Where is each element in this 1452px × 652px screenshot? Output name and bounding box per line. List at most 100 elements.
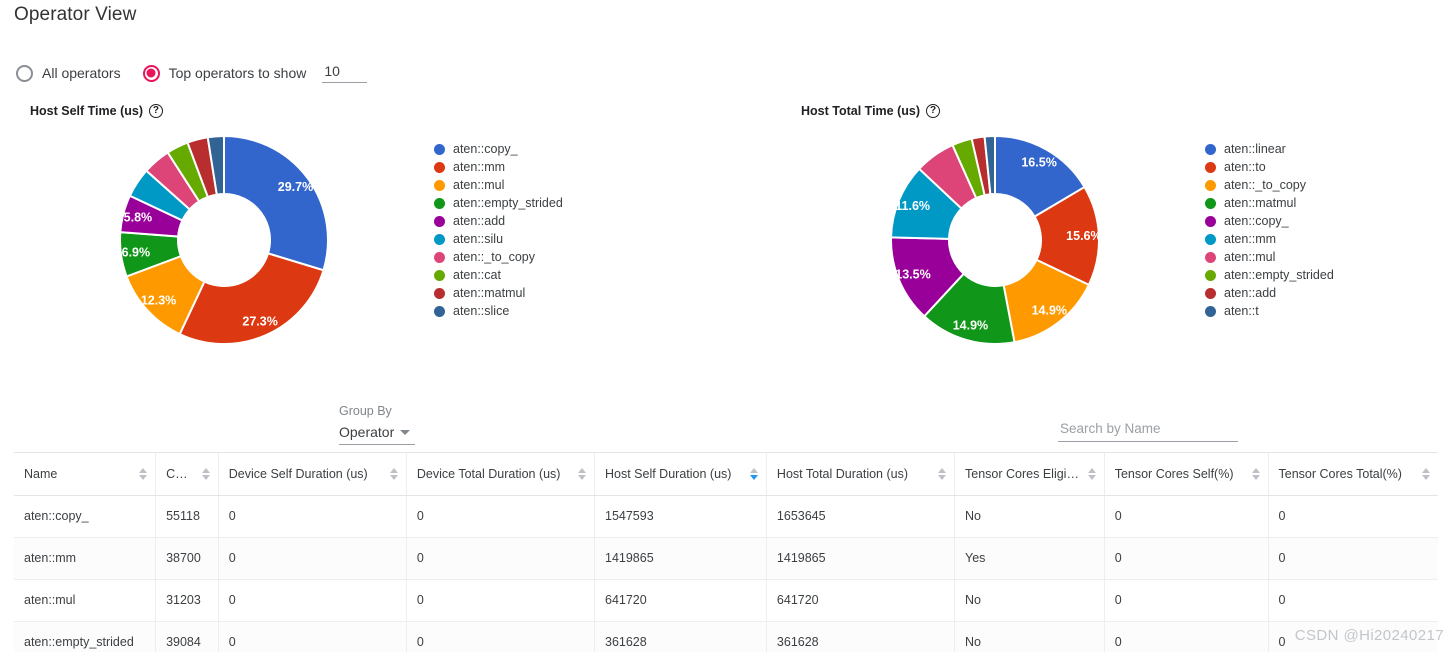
legend-item[interactable]: aten::matmul bbox=[1205, 194, 1334, 212]
legend-item-label: aten::mul bbox=[1224, 250, 1276, 264]
legend-item-label: aten::linear bbox=[1224, 142, 1286, 156]
legend-item[interactable]: aten::copy_ bbox=[434, 140, 563, 158]
column-sort-toggle[interactable] bbox=[1422, 467, 1430, 480]
table-row[interactable]: aten::mul 31203 0 0 641720 641720 No 0 0 bbox=[14, 579, 1438, 622]
table-row[interactable]: aten::empty_strided 39084 0 0 361628 361628 No… bbox=[14, 621, 1438, 652]
radio-all-operators[interactable]: All operators bbox=[16, 64, 121, 82]
legend-item-label: aten::_to_copy bbox=[453, 250, 536, 264]
legend-color-dot bbox=[1205, 161, 1216, 173]
table-cell: Yes bbox=[954, 537, 1105, 580]
table-cell: 0 bbox=[1104, 537, 1269, 580]
search-input[interactable] bbox=[1058, 420, 1238, 442]
group-by-control[interactable]: Group By Operator bbox=[339, 404, 415, 445]
group-by-select[interactable]: Operator bbox=[339, 424, 415, 445]
legend-color-dot bbox=[434, 287, 445, 299]
legend-item[interactable]: aten::mm bbox=[434, 158, 563, 176]
legend-item[interactable]: aten::_to_copy bbox=[1205, 176, 1334, 194]
pie-slice-label: 14.9% bbox=[953, 319, 988, 333]
table-header-cell[interactable]: Calls bbox=[155, 453, 219, 496]
group-by-label: Group By bbox=[339, 404, 392, 418]
legend-color-dot bbox=[434, 143, 445, 155]
table-cell: 1419865 bbox=[766, 537, 956, 580]
legend-item-label: aten::copy_ bbox=[1224, 214, 1289, 228]
legend-item[interactable]: aten::slice bbox=[434, 302, 563, 320]
table-cell: 0 bbox=[1104, 579, 1269, 622]
table-row[interactable]: aten::copy_ 55118 0 0 1547593 1653645 No 0 0 bbox=[14, 495, 1438, 538]
table-header-label: Calls bbox=[166, 466, 194, 481]
radio-all-operators-ring[interactable] bbox=[16, 64, 33, 82]
table-body: aten::copy_ 55118 0 0 1547593 1653645 No 0 0 aten… bbox=[14, 495, 1438, 652]
host-total-time-chart-block: Host Total Time (us) ? 16.5% 15.6% 14.9% 14… bbox=[785, 104, 1445, 348]
table-header-label: Device Total Duration (us) bbox=[416, 466, 561, 481]
group-by-value: Operator bbox=[339, 424, 395, 440]
legend-color-dot bbox=[434, 179, 445, 191]
table-cell: 0 bbox=[1104, 495, 1269, 538]
legend-item[interactable]: aten::empty_strided bbox=[434, 194, 563, 212]
table-cell: No bbox=[954, 495, 1105, 538]
column-sort-toggle[interactable] bbox=[578, 467, 586, 480]
legend-item[interactable]: aten::_to_copy bbox=[434, 248, 563, 266]
radio-all-operators-label: All operators bbox=[42, 65, 121, 81]
operator-view-page: Operator View All operators Top operator… bbox=[0, 0, 1452, 652]
top-operators-input[interactable] bbox=[322, 63, 368, 83]
pie-slice-label: 5.8% bbox=[124, 210, 152, 224]
legend-item[interactable]: aten::mm bbox=[1205, 230, 1334, 248]
legend-item[interactable]: aten::mul bbox=[1205, 248, 1334, 266]
table-header-label: Device Self Duration (us) bbox=[228, 466, 368, 481]
table-row[interactable]: aten::mm 38700 0 0 1419865 1419865 Yes 0 0 bbox=[14, 537, 1438, 580]
table-header-cell[interactable]: Device Total Duration (us) bbox=[406, 453, 596, 496]
table-header-cell[interactable]: Tensor Cores Total(%) bbox=[1268, 453, 1438, 496]
legend-item-label: aten::matmul bbox=[453, 286, 526, 300]
legend-item[interactable]: aten::linear bbox=[1205, 140, 1334, 158]
table-header-cell[interactable]: Device Self Duration (us) bbox=[218, 453, 407, 496]
column-sort-toggle[interactable] bbox=[139, 467, 148, 480]
legend-item[interactable]: aten::copy_ bbox=[1205, 212, 1334, 230]
table-header-cell[interactable]: Host Self Duration (us) bbox=[594, 453, 767, 496]
column-sort-toggle[interactable] bbox=[1087, 467, 1096, 480]
table-cell: 0 bbox=[406, 579, 596, 622]
help-icon[interactable]: ? bbox=[926, 104, 940, 118]
pie-slice[interactable] bbox=[178, 252, 325, 345]
legend-color-dot bbox=[1205, 143, 1216, 155]
pie-slice-label: 11.6% bbox=[895, 199, 930, 213]
pie-slice[interactable] bbox=[223, 134, 329, 272]
pie-slice-label: 12.3% bbox=[141, 293, 176, 307]
legend-color-dot bbox=[1205, 179, 1216, 191]
legend-color-dot bbox=[1205, 269, 1216, 281]
column-sort-toggle[interactable] bbox=[749, 467, 758, 480]
table-cell: 1547593 bbox=[594, 495, 767, 538]
host-self-time-title-row: Host Self Time (us) ? bbox=[30, 104, 724, 118]
column-sort-toggle[interactable] bbox=[938, 467, 947, 480]
legend-item[interactable]: aten::to bbox=[1205, 158, 1334, 176]
table-header-cell[interactable]: Host Total Duration (us) bbox=[766, 453, 956, 496]
pie-slice-label: 13.5% bbox=[895, 268, 930, 282]
table-cell: No bbox=[954, 579, 1105, 622]
legend-item-label: aten::empty_strided bbox=[1224, 268, 1334, 282]
column-sort-toggle[interactable] bbox=[201, 467, 210, 480]
table-header-cell[interactable]: Tensor Cores Eligible bbox=[954, 453, 1105, 496]
table-cell: 641720 bbox=[594, 579, 767, 622]
table-cell: 0 bbox=[1268, 579, 1438, 622]
pie-slice-label: 27.3% bbox=[242, 314, 277, 328]
legend-item[interactable]: aten::t bbox=[1205, 302, 1334, 320]
column-sort-toggle[interactable] bbox=[389, 467, 398, 480]
legend-item[interactable]: aten::mul bbox=[434, 176, 563, 194]
table-header-cell[interactable]: Tensor Cores Self(%) bbox=[1104, 453, 1269, 496]
legend-item[interactable]: aten::cat bbox=[434, 266, 563, 284]
host-self-time-title: Host Self Time (us) bbox=[30, 104, 143, 118]
column-sort-toggle[interactable] bbox=[1251, 467, 1260, 480]
host-self-time-donut[interactable]: 29.7% 27.3% 12.3% 6.9% 5.8% bbox=[116, 132, 332, 348]
radio-top-operators-ring[interactable] bbox=[142, 64, 160, 82]
legend-item[interactable]: aten::empty_strided bbox=[1205, 266, 1334, 284]
help-icon[interactable]: ? bbox=[148, 104, 163, 118]
legend-item-label: aten::matmul bbox=[1224, 196, 1297, 210]
pie-slice-label: 15.6% bbox=[1066, 229, 1101, 243]
host-total-time-donut[interactable]: 16.5% 15.6% 14.9% 14.9% 13.5% 11.6% bbox=[887, 132, 1103, 348]
radio-top-operators[interactable]: Top operators to show bbox=[142, 64, 306, 82]
table-header-cell[interactable]: Name bbox=[14, 453, 157, 496]
legend-item[interactable]: aten::matmul bbox=[434, 284, 563, 302]
legend-item[interactable]: aten::add bbox=[434, 212, 563, 230]
legend-item[interactable]: aten::silu bbox=[434, 230, 563, 248]
table-cell: aten::empty_strided bbox=[14, 621, 157, 652]
legend-item[interactable]: aten::add bbox=[1205, 284, 1334, 302]
